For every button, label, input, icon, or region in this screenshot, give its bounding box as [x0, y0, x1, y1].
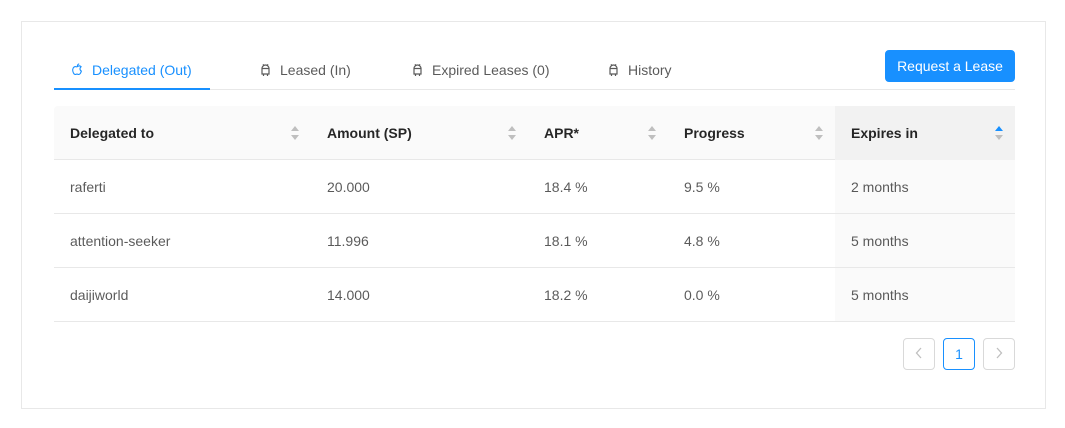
tab-delegated-out[interactable]: Delegated (Out)	[70, 50, 192, 89]
table-row: raferti 20.000 18.4 % 9.5 % 2 months	[54, 160, 1015, 214]
column-header-apr[interactable]: APR*	[528, 106, 668, 160]
table-row: daijiworld 14.000 18.2 % 0.0 % 5 months	[54, 268, 1015, 322]
pagination-page-button[interactable]: 1	[943, 338, 975, 370]
cell-expires-in: 2 months	[835, 160, 1015, 213]
sort-ascending-icon	[995, 126, 1003, 140]
column-header-expires-in[interactable]: Expires in	[835, 106, 1015, 160]
apple-icon	[70, 62, 84, 77]
tab-bar: Delegated (Out) Leased (In) Expired Leas…	[54, 50, 1015, 90]
table-header: Delegated to Amount (SP) APR* Progress E…	[54, 106, 1015, 160]
sort-icon	[648, 126, 656, 140]
column-header-progress[interactable]: Progress	[668, 106, 835, 160]
tab-label: Leased (In)	[280, 61, 351, 78]
sort-icon	[508, 126, 516, 140]
android-icon	[410, 63, 424, 77]
column-header-delegated-to[interactable]: Delegated to	[54, 106, 311, 160]
table-row: attention-seeker 11.996 18.1 % 4.8 % 5 m…	[54, 214, 1015, 268]
cell-expires-in: 5 months	[835, 268, 1015, 321]
cell-amount: 11.996	[327, 232, 369, 249]
tab-expired-leases[interactable]: Expired Leases (0)	[410, 50, 550, 89]
pagination-prev-button[interactable]	[903, 338, 935, 370]
active-tab-indicator	[54, 88, 210, 90]
cell-delegated-to: attention-seeker	[70, 232, 171, 249]
cell-delegated-to: daijiworld	[70, 286, 129, 303]
cell-amount: 14.000	[327, 286, 370, 303]
column-header-amount[interactable]: Amount (SP)	[311, 106, 528, 160]
tab-label: History	[628, 61, 672, 78]
cell-amount: 20.000	[327, 178, 370, 195]
cell-apr: 18.1 %	[544, 232, 588, 249]
column-title: APR*	[544, 125, 580, 141]
android-icon	[258, 63, 272, 77]
cell-progress: 9.5 %	[684, 178, 720, 195]
column-title: Expires in	[851, 125, 918, 141]
column-title: Amount (SP)	[327, 125, 412, 141]
cell-progress: 4.8 %	[684, 232, 720, 249]
pagination-next-button[interactable]	[983, 338, 1015, 370]
tab-label: Delegated (Out)	[92, 61, 192, 78]
column-title: Delegated to	[70, 125, 155, 141]
sort-icon	[815, 126, 823, 140]
tab-label: Expired Leases (0)	[432, 61, 550, 78]
tab-history[interactable]: History	[606, 50, 672, 89]
chevron-right-icon	[995, 346, 1003, 362]
request-lease-button[interactable]: Request a Lease	[885, 50, 1015, 82]
chevron-left-icon	[915, 346, 923, 362]
cell-apr: 18.2 %	[544, 286, 588, 303]
column-title: Progress	[684, 125, 745, 141]
cell-apr: 18.4 %	[544, 178, 588, 195]
android-icon	[606, 63, 620, 77]
sort-icon	[291, 126, 299, 140]
cell-expires-in: 5 months	[835, 214, 1015, 267]
delegations-table: Delegated to Amount (SP) APR* Progress E…	[54, 106, 1015, 322]
cell-progress: 0.0 %	[684, 286, 720, 303]
tab-leased-in[interactable]: Leased (In)	[258, 50, 351, 89]
cell-delegated-to: raferti	[70, 178, 106, 195]
